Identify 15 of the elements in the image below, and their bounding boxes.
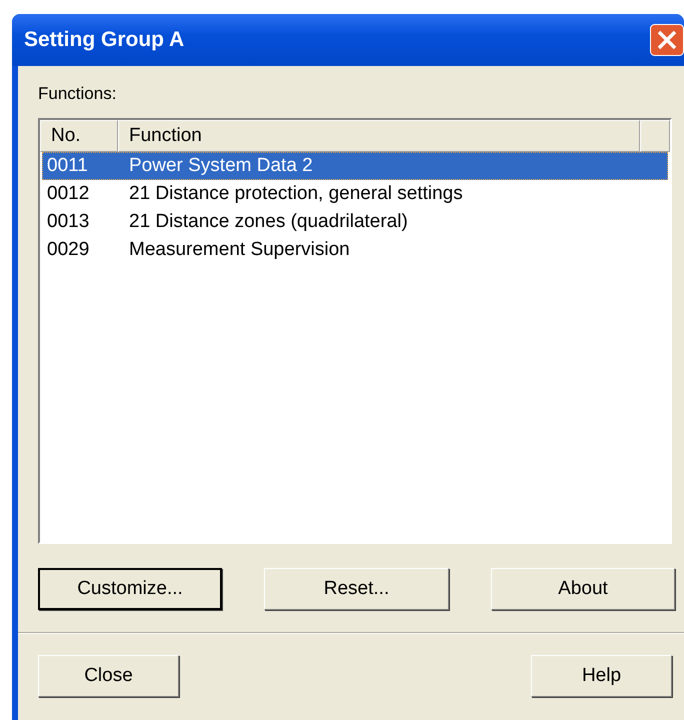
list-row[interactable]: 0012 21 Distance protection, general settings: [42, 180, 668, 208]
dialog-button[interactable]: Close: [38, 655, 179, 697]
dialog-button[interactable]: Help: [531, 655, 672, 697]
close-icon[interactable]: [650, 24, 684, 56]
column-header[interactable]: Function: [118, 120, 640, 152]
column-header[interactable]: [640, 120, 670, 152]
window-title: Setting Group A: [24, 28, 184, 52]
list-row[interactable]: 0011 Power System Data 2: [42, 152, 668, 180]
dialog-button[interactable]: Reset...: [264, 568, 449, 610]
list-row[interactable]: 0013 21 Distance zones (quadrilateral): [42, 208, 668, 236]
list-row[interactable]: 0029 Measurement Supervision: [42, 236, 668, 264]
functions-label: Functions:: [38, 84, 118, 105]
dialog-button[interactable]: About: [491, 568, 675, 610]
column-header[interactable]: No.: [40, 120, 118, 152]
dialog-button[interactable]: Customize...: [38, 568, 222, 610]
